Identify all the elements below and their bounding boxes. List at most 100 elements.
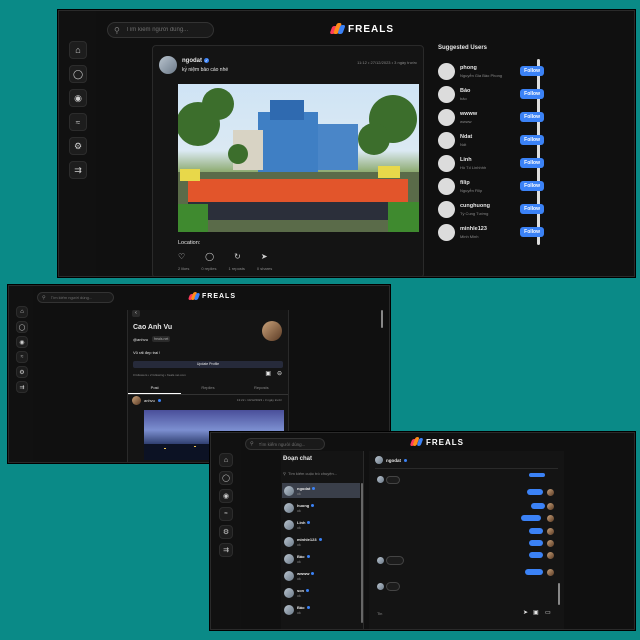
- follow-button[interactable]: Follow: [520, 227, 544, 237]
- suggested-user-row[interactable]: Bảo bảo Follow: [438, 84, 544, 104]
- post-username[interactable]: ngodat: [182, 58, 202, 64]
- suggested-user-row[interactable]: minhle123 Minh Minh Follow: [438, 222, 544, 242]
- suggested-user-name[interactable]: minhle123: [460, 226, 515, 232]
- follow-button[interactable]: Follow: [520, 112, 544, 122]
- follow-button[interactable]: Follow: [520, 204, 544, 214]
- back-button[interactable]: ‹: [132, 310, 140, 317]
- user-icon[interactable]: ◯: [16, 321, 28, 333]
- search-bar[interactable]: ⚲: [37, 292, 114, 303]
- tab-post[interactable]: Post: [128, 382, 182, 394]
- follow-button[interactable]: Follow: [520, 158, 544, 168]
- messenger-icon[interactable]: ◉: [16, 336, 28, 348]
- conversation-item[interactable]: son ok: [282, 585, 360, 600]
- activity-icon[interactable]: ≈: [219, 507, 233, 521]
- suggested-user-row[interactable]: phong Nguyễn Gia Bảo Phong Follow: [438, 61, 544, 81]
- conversation-item[interactable]: ngodat ok: [282, 483, 360, 498]
- conversation-search[interactable]: ⚲ Tìm kiếm cuộc trò chuyện...: [283, 469, 359, 477]
- more-icon[interactable]: ⊖: [277, 370, 282, 377]
- message-sent: [531, 503, 545, 509]
- suggested-user-name[interactable]: cunghuong: [460, 203, 515, 209]
- avatar[interactable]: [438, 154, 455, 172]
- home-icon[interactable]: ⌂: [16, 306, 28, 318]
- instagram-icon[interactable]: ▣: [265, 370, 271, 377]
- logout-icon[interactable]: ⇉: [219, 543, 233, 557]
- message-input[interactable]: Tin: [377, 611, 517, 619]
- avatar[interactable]: [438, 131, 455, 149]
- avatar[interactable]: [438, 108, 455, 126]
- message-sent: [529, 552, 543, 558]
- scrollbar[interactable]: [381, 310, 383, 328]
- image-icon[interactable]: ▣: [533, 609, 539, 616]
- conversation-item[interactable]: wwww ok: [282, 568, 360, 583]
- follow-button[interactable]: Follow: [520, 66, 544, 76]
- conversation-item[interactable]: Bảo ok: [282, 602, 360, 617]
- share-icon[interactable]: ➤: [261, 252, 268, 261]
- settings-icon[interactable]: ⚙: [219, 525, 233, 539]
- suggested-user-name[interactable]: Ndat: [460, 134, 515, 140]
- suggested-user-name[interactable]: wwww: [460, 111, 515, 117]
- repost-icon[interactable]: ↻: [234, 252, 241, 261]
- user-icon[interactable]: ◯: [219, 471, 233, 485]
- avatar: [284, 485, 294, 496]
- activity-icon[interactable]: ≈: [16, 351, 28, 363]
- freals-logo: FREALS: [187, 292, 236, 301]
- suggested-user-name[interactable]: filip: [460, 180, 515, 186]
- scrollbar[interactable]: [361, 483, 363, 623]
- post-username[interactable]: anhvu: [144, 398, 155, 403]
- avatar[interactable]: [375, 456, 383, 464]
- avatar[interactable]: [159, 56, 177, 74]
- conversation-item[interactable]: huong ok: [282, 500, 360, 515]
- messenger-icon[interactable]: ◉: [219, 489, 233, 503]
- suggested-user-row[interactable]: Linh Hồ Tố Linhhhh Follow: [438, 153, 544, 173]
- suggested-user-row[interactable]: Ndat Ndt Follow: [438, 130, 544, 150]
- profile-avatar[interactable]: [262, 321, 282, 341]
- tab-replies[interactable]: Replies: [181, 382, 234, 394]
- avatar: [377, 583, 384, 590]
- avatar[interactable]: [438, 223, 455, 241]
- suggested-user-sub: wwww: [460, 118, 472, 124]
- avatar[interactable]: [438, 200, 455, 218]
- conversation-name: wwww: [297, 570, 310, 576]
- search-input[interactable]: [256, 440, 324, 448]
- conversation-item[interactable]: Linh ok: [282, 517, 360, 532]
- suggested-user-name[interactable]: phong: [460, 65, 515, 71]
- settings-icon[interactable]: ⚙: [16, 366, 28, 378]
- suggested-user-row[interactable]: cunghuong Tỷ Cung Tường Follow: [438, 199, 544, 219]
- follow-button[interactable]: Follow: [520, 89, 544, 99]
- follow-button[interactable]: Follow: [520, 135, 544, 145]
- search-input[interactable]: [48, 294, 113, 301]
- tab-reposts[interactable]: Reposts: [235, 382, 288, 394]
- send-icon[interactable]: ➤: [523, 609, 528, 616]
- logout-icon[interactable]: ⇉: [16, 381, 28, 393]
- search-input[interactable]: [123, 26, 213, 34]
- user-icon[interactable]: ◯: [69, 65, 87, 83]
- search-bar[interactable]: ⚲: [107, 22, 214, 38]
- post-image[interactable]: [178, 84, 419, 232]
- search-bar[interactable]: ⚲: [245, 438, 325, 450]
- conversation-item[interactable]: minhle123 ok: [282, 534, 360, 549]
- home-icon[interactable]: ⌂: [219, 453, 233, 467]
- conversation-item[interactable]: Bảo ok: [282, 551, 360, 566]
- home-icon[interactable]: ⌂: [69, 41, 87, 59]
- avatar[interactable]: [438, 62, 455, 80]
- logout-icon[interactable]: ⇉: [69, 161, 87, 179]
- scrollbar[interactable]: [558, 583, 560, 605]
- activity-icon[interactable]: ≈: [69, 113, 87, 131]
- avatar[interactable]: [438, 177, 455, 195]
- message-sent: [529, 528, 543, 534]
- video-icon[interactable]: ▭: [545, 609, 551, 616]
- update-profile-button[interactable]: Update Profile: [133, 361, 283, 368]
- comment-icon[interactable]: ◯: [205, 252, 214, 261]
- suggested-user-name[interactable]: Bảo: [460, 88, 515, 94]
- logo-text: FREALS: [202, 293, 236, 300]
- suggested-user-name[interactable]: Linh: [460, 157, 515, 163]
- avatar[interactable]: [438, 85, 455, 103]
- avatar[interactable]: [132, 396, 141, 405]
- suggested-user-row[interactable]: filip Nguyễn Filip Follow: [438, 176, 544, 196]
- suggested-user-row[interactable]: wwww wwww Follow: [438, 107, 544, 127]
- messenger-icon[interactable]: ◉: [69, 89, 87, 107]
- follow-button[interactable]: Follow: [520, 181, 544, 191]
- heart-icon[interactable]: ♡: [178, 252, 185, 261]
- settings-icon[interactable]: ⚙: [69, 137, 87, 155]
- conversation-name: Linh: [297, 519, 306, 525]
